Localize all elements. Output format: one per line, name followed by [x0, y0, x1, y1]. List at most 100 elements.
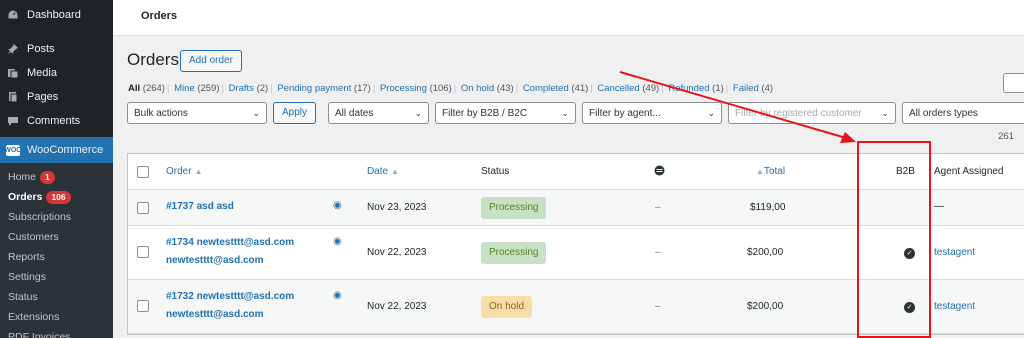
chevron-down-icon: ⌄ — [414, 107, 423, 118]
submenu-item-customers[interactable]: Customers — [0, 227, 113, 247]
sidebar-item-posts[interactable]: Posts — [0, 37, 113, 61]
sidebar-item-label: Pages — [27, 91, 59, 103]
status-link-refunded[interactable]: Refunded (1) — [668, 83, 723, 94]
row-checkbox[interactable] — [137, 202, 149, 214]
preview-eye-icon[interactable]: ◉ — [333, 200, 342, 211]
order-email[interactable]: newtestttt@asd.com — [166, 309, 264, 320]
order-link[interactable]: #1734 newtestttt@asd.com — [166, 237, 294, 248]
select-value: Bulk actions — [134, 107, 188, 119]
sort-icon: ▲︎ — [756, 167, 764, 176]
order-total: $200,00 — [747, 301, 784, 312]
submenu-item-extensions[interactable]: Extensions — [0, 307, 113, 327]
annotation-highlight-box — [857, 141, 931, 338]
submenu-label: Extensions — [8, 311, 60, 323]
submenu-item-settings[interactable]: Settings — [0, 267, 113, 287]
submenu-label: Status — [8, 291, 38, 303]
submenu-label: Orders — [8, 191, 43, 203]
status-link-pending[interactable]: Pending payment (17) — [277, 83, 371, 94]
agent-filter-select[interactable]: Filter by agent... ⌄ — [582, 102, 723, 124]
page-header-bar: Orders — [113, 0, 1024, 36]
sidebar-item-label: Dashboard — [27, 9, 81, 21]
b2b-filter-select[interactable]: Filter by B2B / B2C ⌄ — [435, 102, 577, 124]
dashboard-icon — [6, 8, 20, 22]
pages-icon — [6, 90, 20, 104]
column-header-total[interactable]: ▲︎Total — [753, 166, 785, 177]
page-title: Orders — [127, 50, 179, 69]
sidebar-item-label: WooCommerce — [27, 144, 104, 156]
row-checkbox[interactable] — [137, 300, 149, 312]
status-link-failed[interactable]: Failed (4) — [733, 83, 773, 94]
status-link-processing[interactable]: Processing (106) — [380, 83, 452, 94]
submenu-item-status[interactable]: Status — [0, 287, 113, 307]
status-link-cancelled[interactable]: Cancelled (49) — [597, 83, 659, 94]
bulk-actions-select[interactable]: Bulk actions ⌄ — [127, 102, 267, 124]
chevron-down-icon: ⌄ — [561, 107, 570, 118]
submenu-label: Reports — [8, 251, 45, 263]
order-total: $200,00 — [747, 247, 784, 258]
select-all-checkbox[interactable] — [137, 166, 149, 178]
status-badge: Processing — [481, 197, 547, 219]
column-header-agent: Agent Assigned — [934, 166, 1004, 177]
select-placeholder: Filter by registered customer — [735, 107, 862, 119]
submenu-label: Subscriptions — [8, 211, 72, 223]
submenu-label: Home — [8, 171, 37, 183]
woocommerce-submenu: Home 1 Orders 106 Subscriptions Customer… — [0, 163, 113, 338]
add-order-button[interactable]: Add order — [180, 50, 242, 72]
media-icon — [6, 66, 20, 80]
search-input[interactable] — [1003, 73, 1024, 93]
filter-toolbar: Bulk actions ⌄ Apply All dates ⌄ Filter by… — [127, 102, 1024, 124]
column-header-date[interactable]: Date ▲︎ — [367, 166, 399, 177]
chevron-down-icon: ⌄ — [252, 107, 260, 118]
order-date: Nov 22, 2023 — [367, 247, 427, 258]
chevron-down-icon: ⌄ — [707, 107, 716, 118]
apply-button[interactable]: Apply — [273, 102, 317, 124]
status-link-all[interactable]: All (264) — [128, 83, 165, 94]
customer-filter-select[interactable]: Filter by registered customer ⌄ — [728, 102, 897, 124]
admin-sidebar: Dashboard Posts Media Pages Comments WOO… — [0, 0, 113, 338]
submenu-item-pdf-invoices[interactable]: PDF Invoices — [0, 327, 113, 338]
order-total: $119,00 — [750, 202, 786, 213]
items-count: 261 — [998, 131, 1014, 142]
status-link-mine[interactable]: Mine (259) — [174, 83, 219, 94]
sidebar-item-pages[interactable]: Pages — [0, 85, 113, 109]
date-filter-select[interactable]: All dates ⌄ — [328, 102, 430, 124]
status-link-drafts[interactable]: Drafts (2) — [229, 83, 269, 94]
submenu-label: Settings — [8, 271, 46, 283]
sidebar-item-label: Posts — [27, 43, 55, 55]
sidebar-item-label: Media — [27, 67, 57, 79]
order-email[interactable]: newtestttt@asd.com — [166, 255, 264, 266]
notification-badge: 1 — [40, 170, 55, 184]
row-checkbox[interactable] — [137, 246, 149, 258]
status-link-completed[interactable]: Completed (41) — [523, 83, 589, 94]
order-link[interactable]: #1732 newtestttt@asd.com — [166, 291, 294, 302]
select-value: Filter by agent... — [589, 107, 661, 119]
comment-icon — [6, 114, 20, 128]
submenu-item-reports[interactable]: Reports — [0, 247, 113, 267]
sidebar-item-woocommerce[interactable]: WOO WooCommerce — [0, 137, 113, 163]
select-value: Filter by B2B / B2C — [442, 107, 528, 119]
submenu-label: Customers — [8, 231, 59, 243]
agent-link[interactable]: testagent — [934, 301, 975, 312]
column-header-order[interactable]: Order ▲︎ — [166, 166, 202, 177]
select-value: All orders types — [909, 107, 978, 119]
order-link[interactable]: #1737 asd asd — [166, 201, 234, 212]
submenu-item-orders[interactable]: Orders 106 — [0, 187, 113, 207]
origin-value: – — [655, 247, 661, 258]
order-date: Nov 23, 2023 — [367, 202, 427, 213]
sidebar-item-media[interactable]: Media — [0, 61, 113, 85]
preview-eye-icon[interactable]: ◉ — [333, 290, 342, 301]
status-link-on-hold[interactable]: On hold (43) — [461, 83, 514, 94]
submenu-item-subscriptions[interactable]: Subscriptions — [0, 207, 113, 227]
status-badge: On hold — [481, 296, 533, 318]
status-badge: Processing — [481, 242, 547, 264]
agent-link[interactable]: testagent — [934, 247, 975, 258]
sidebar-item-label: Comments — [27, 115, 81, 127]
submenu-item-home[interactable]: Home 1 — [0, 167, 113, 187]
order-type-select[interactable]: All orders types⌄ — [902, 102, 1024, 124]
status-filter-links: All (264) | Mine (259) | Drafts (2) | Pendi… — [128, 83, 774, 94]
sidebar-item-dashboard[interactable]: Dashboard — [0, 3, 113, 27]
preview-eye-icon[interactable]: ◉ — [333, 236, 342, 247]
pin-icon — [6, 42, 20, 56]
sidebar-item-comments[interactable]: Comments — [0, 109, 113, 133]
select-value: All dates — [335, 107, 374, 119]
